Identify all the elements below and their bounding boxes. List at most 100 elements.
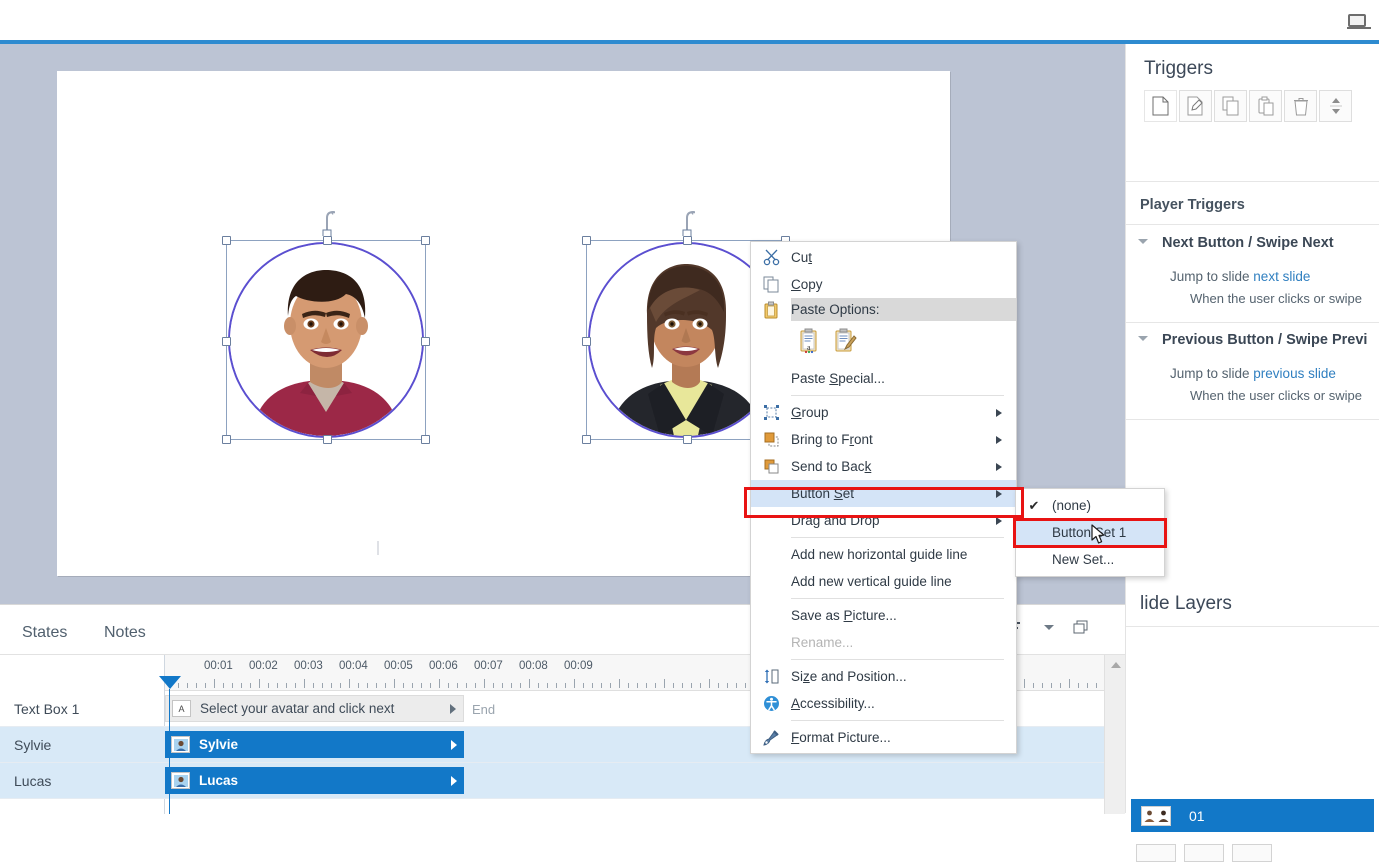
delete-layer-button[interactable] xyxy=(1232,844,1272,862)
menu-item-paste-special[interactable]: Paste Special... xyxy=(751,365,1016,392)
timeline-bar-expand-arrow[interactable] xyxy=(451,740,457,750)
ruler-tick xyxy=(1051,683,1052,688)
ruler-tick xyxy=(250,683,251,688)
menu-item-save-as-picture[interactable]: Save as Picture... xyxy=(751,602,1016,629)
timeline-bar-expand-arrow[interactable] xyxy=(450,704,456,714)
resize-handle[interactable] xyxy=(683,435,692,444)
panel-divider xyxy=(1126,322,1379,323)
tab-states[interactable]: States xyxy=(22,624,67,642)
preview-monitor-button[interactable] xyxy=(1343,8,1371,32)
menu-item-cut[interactable]: Cut xyxy=(751,244,1016,271)
resize-handle[interactable] xyxy=(582,337,591,346)
menu-item-group[interactable]: Group xyxy=(751,399,1016,426)
ruler-tick xyxy=(628,683,629,688)
resize-handle[interactable] xyxy=(222,337,231,346)
resize-handle[interactable] xyxy=(421,337,430,346)
expand-panel-icon[interactable] xyxy=(1071,617,1091,637)
ruler-tick xyxy=(673,683,674,688)
resize-handle[interactable] xyxy=(421,435,430,444)
new-layer-button[interactable] xyxy=(1136,844,1176,862)
menu-item-add-horizontal-guide[interactable]: Add new horizontal guide line xyxy=(751,541,1016,568)
ruler-tick xyxy=(745,683,746,688)
menu-item-copy[interactable]: Copy xyxy=(751,271,1016,298)
ruler-tick-label: 00:07 xyxy=(474,660,503,672)
menu-item-rename: Rename... xyxy=(751,629,1016,656)
submenu-item-label: New Set... xyxy=(1052,552,1114,567)
rotate-handle[interactable] xyxy=(679,210,695,236)
ruler-tick xyxy=(340,683,341,688)
timeline-bar-sylvie[interactable]: Sylvie xyxy=(165,731,464,758)
trigger-action-target: next slide xyxy=(1253,269,1310,284)
avatar-object-lucas[interactable] xyxy=(226,240,426,440)
resize-handle[interactable] xyxy=(582,236,591,245)
ruler-tick xyxy=(349,679,350,688)
menu-item-label: Format Picture... xyxy=(791,730,1016,745)
top-bar xyxy=(0,0,1379,40)
ruler-tick xyxy=(556,683,557,688)
timeline-row-name: Sylvie xyxy=(0,727,165,763)
timeline-playhead-line xyxy=(169,689,170,814)
paste-keep-formatting-icon[interactable] xyxy=(833,328,857,359)
resize-handle[interactable] xyxy=(323,435,332,444)
submenu-item-none[interactable]: ✔ (none) xyxy=(1016,492,1164,519)
submenu-item-new-set[interactable]: New Set... xyxy=(1016,546,1164,573)
chevron-down-icon[interactable] xyxy=(1138,239,1148,249)
ruler-tick xyxy=(610,683,611,688)
paste-keep-text-icon[interactable]: a xyxy=(797,328,821,359)
dropdown-caret-icon[interactable] xyxy=(1039,617,1059,637)
reorder-trigger-icon[interactable] xyxy=(1319,90,1352,122)
ruler-tick xyxy=(223,683,224,688)
submenu-arrow-icon xyxy=(996,436,1002,444)
ruler-tick-label: 00:08 xyxy=(519,660,548,672)
scroll-up-icon[interactable] xyxy=(1111,662,1121,668)
timeline-bar-textbox[interactable]: A Select your avatar and click next xyxy=(165,695,464,722)
paste-trigger-icon[interactable] xyxy=(1249,90,1282,122)
picture-icon xyxy=(171,736,190,753)
ruler-tick xyxy=(1024,679,1025,688)
menu-item-send-to-back[interactable]: Send to Back xyxy=(751,453,1016,480)
tab-notes[interactable]: Notes xyxy=(104,624,146,642)
copy-trigger-icon[interactable] xyxy=(1214,90,1247,122)
list-item[interactable]: 01 xyxy=(1131,799,1374,832)
panel-divider xyxy=(1126,224,1379,225)
timeline-playhead[interactable] xyxy=(159,676,181,689)
resize-handle[interactable] xyxy=(222,435,231,444)
slide-layers-body[interactable]: 01 xyxy=(1126,626,1379,824)
trigger-action[interactable]: Jump to slide next slide xyxy=(1170,269,1310,284)
ruler-tick xyxy=(241,683,242,688)
resize-handle[interactable] xyxy=(222,236,231,245)
resize-handle[interactable] xyxy=(582,435,591,444)
rotate-handle[interactable] xyxy=(319,210,335,236)
submenu-item-label: (none) xyxy=(1052,498,1091,513)
menu-item-size-and-position[interactable]: Size and Position... xyxy=(751,663,1016,690)
resize-handle[interactable] xyxy=(323,236,332,245)
menu-item-accessibility[interactable]: Accessibility... xyxy=(751,690,1016,717)
timeline-scrollbar[interactable] xyxy=(1104,655,1125,814)
ruler-tick-label: 00:01 xyxy=(204,660,233,672)
timeline-bar-lucas[interactable]: Lucas xyxy=(165,767,464,794)
ruler-tick xyxy=(727,683,728,688)
menu-header-paste-options: Paste Options: xyxy=(751,298,1016,321)
menu-item-bring-to-front[interactable]: Bring to Front xyxy=(751,426,1016,453)
edit-trigger-icon[interactable] xyxy=(1179,90,1212,122)
ruler-tick xyxy=(313,683,314,688)
resize-handle[interactable] xyxy=(683,236,692,245)
ruler-tick xyxy=(574,679,575,688)
trigger-action[interactable]: Jump to slide previous slide xyxy=(1170,366,1336,381)
menu-item-label: Size and Position... xyxy=(791,669,1016,684)
button-set-highlight-box xyxy=(744,487,1024,518)
delete-trigger-icon[interactable] xyxy=(1284,90,1317,122)
trigger-condition: When the user clicks or swipe xyxy=(1190,388,1362,403)
scissors-icon xyxy=(751,249,791,266)
duplicate-layer-button[interactable] xyxy=(1184,844,1224,862)
panel-divider xyxy=(1126,181,1379,182)
submenu-arrow-icon xyxy=(996,463,1002,471)
timeline-track[interactable]: Lucas xyxy=(165,763,1104,799)
menu-item-add-vertical-guide[interactable]: Add new vertical guide line xyxy=(751,568,1016,595)
menu-item-format-picture[interactable]: Format Picture... xyxy=(751,724,1016,751)
new-trigger-icon[interactable] xyxy=(1144,90,1177,122)
resize-handle[interactable] xyxy=(421,236,430,245)
paste-options-label: Paste Options: xyxy=(791,298,1016,321)
timeline-bar-expand-arrow[interactable] xyxy=(451,776,457,786)
chevron-down-icon[interactable] xyxy=(1138,336,1148,346)
